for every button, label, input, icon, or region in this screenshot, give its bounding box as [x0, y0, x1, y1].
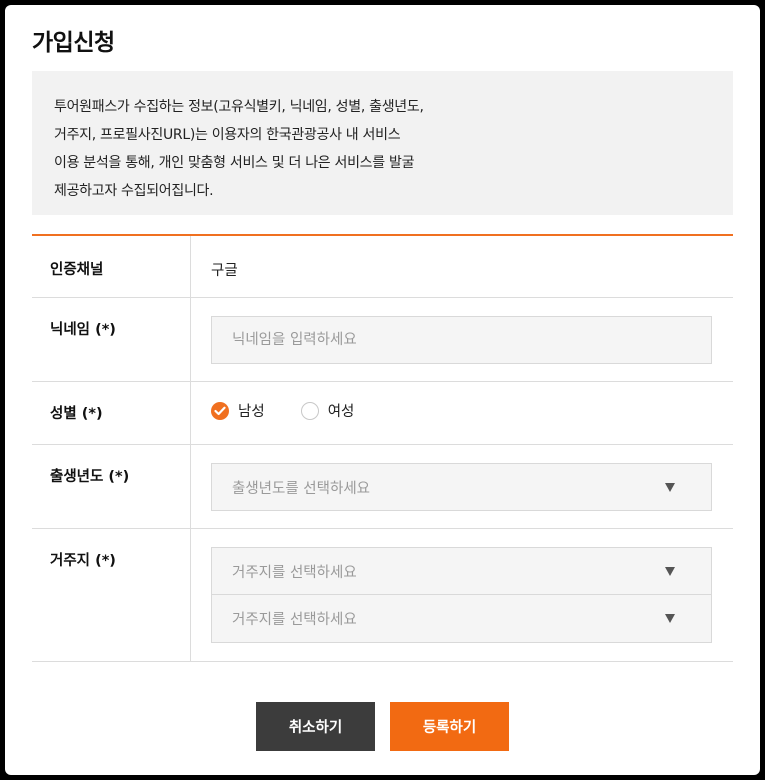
signup-form: 인증채널 구글 닉네임 (*) 성별 (*) 남성 [32, 234, 733, 662]
signup-modal: 가입신청 투어원패스가 수집하는 정보(고유식별키, 닉네임, 성별, 출생년도… [5, 5, 760, 775]
notice-line-2: 거주지, 프로필사진URL)는 이용자의 한국관광공사 내 서비스 [54, 127, 401, 143]
notice-line-4: 제공하고자 수집되어집니다. [54, 183, 214, 199]
gender-male-label: 남성 [238, 404, 265, 420]
nickname-input[interactable] [211, 316, 712, 364]
birth-year-placeholder: 출생년도를 선택하세요 [232, 480, 371, 497]
submit-button[interactable]: 등록하기 [390, 702, 509, 751]
cancel-button[interactable]: 취소하기 [256, 702, 375, 751]
privacy-notice: 투어원패스가 수집하는 정보(고유식별키, 닉네임, 성별, 출생년도, 거주지… [32, 71, 733, 215]
gender-radio-male[interactable]: 남성 [211, 400, 265, 421]
gender-label: 성별 (*) [32, 382, 191, 444]
dropdown-arrow-icon [665, 482, 675, 492]
gender-row: 성별 (*) 남성 여성 [32, 382, 733, 445]
radio-checked-icon [211, 401, 229, 420]
birth-year-select[interactable]: 출생년도를 선택하세요 [211, 463, 712, 511]
nickname-label: 닉네임 (*) [32, 298, 191, 381]
residence-label: 거주지 (*) [32, 529, 191, 661]
channel-value: 구글 [211, 263, 238, 279]
action-buttons: 취소하기 등록하기 [5, 702, 760, 751]
notice-line-3: 이용 분석을 통해, 개인 맞춤형 서비스 및 더 나은 서비스를 발굴 [54, 155, 415, 171]
residence-placeholder-2: 거주지를 선택하세요 [232, 612, 357, 628]
birth-year-row: 출생년도 (*) 출생년도를 선택하세요 [32, 445, 733, 529]
nickname-row: 닉네임 (*) [32, 298, 733, 382]
notice-line-1: 투어원패스가 수집하는 정보(고유식별키, 닉네임, 성별, 출생년도, [54, 99, 424, 115]
gender-female-label: 여성 [327, 404, 355, 420]
residence-select-2[interactable]: 거주지를 선택하세요 [211, 595, 712, 643]
residence-placeholder-1: 거주지를 선택하세요 [232, 564, 357, 581]
dropdown-arrow-icon [665, 566, 675, 576]
residence-select-1[interactable]: 거주지를 선택하세요 [211, 547, 712, 595]
page-title: 가입신청 [32, 30, 115, 56]
radio-unchecked-icon [300, 401, 319, 420]
residence-row: 거주지 (*) 거주지를 선택하세요 거주지를 선택하세요 [32, 529, 733, 662]
dropdown-arrow-icon [665, 614, 675, 623]
gender-radio-female[interactable]: 여성 [300, 400, 355, 421]
channel-row: 인증채널 구글 [32, 236, 733, 298]
birth-year-label: 출생년도 (*) [32, 445, 191, 528]
channel-label: 인증채널 [32, 236, 191, 297]
